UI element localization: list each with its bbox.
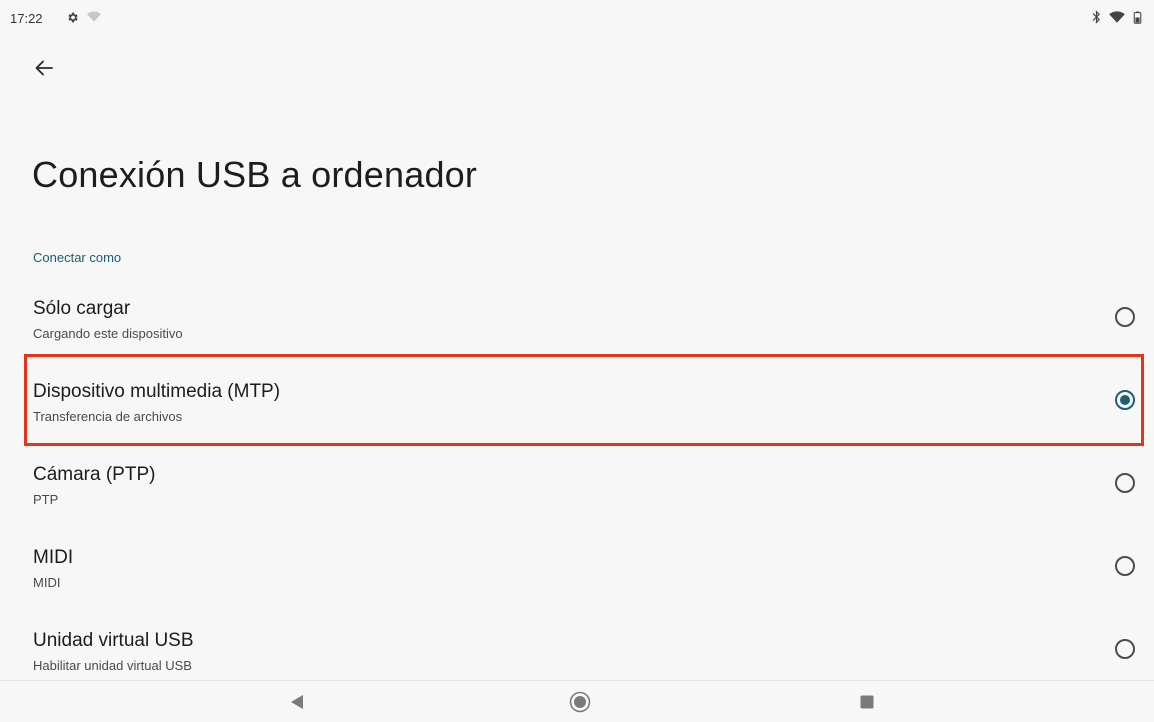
nav-back-icon[interactable] (290, 694, 304, 710)
option-title: Cámara (PTP) (33, 464, 156, 485)
radio-button[interactable] (1115, 556, 1135, 576)
back-button[interactable] (26, 50, 62, 86)
option-subtitle: PTP (33, 492, 59, 507)
gear-icon (68, 12, 78, 23)
option-title: Sólo cargar (33, 298, 131, 319)
nav-recents-icon[interactable] (860, 695, 874, 709)
navigation-bar (0, 680, 1154, 722)
wifi-icon (1109, 10, 1125, 23)
radio-button[interactable] (1115, 473, 1135, 493)
option-title: Dispositivo multimedia (MTP) (33, 381, 281, 402)
bluetooth-icon (1092, 10, 1100, 24)
radio-button[interactable] (1115, 639, 1135, 659)
radio-button-checked[interactable] (1115, 390, 1135, 410)
arrow-left-icon (35, 60, 53, 76)
radio-button[interactable] (1115, 307, 1135, 327)
option-subtitle: Transferencia de archivos (33, 409, 183, 424)
settings-screen: 17:22 Conexión USB a ordenador Conectar … (0, 0, 1154, 722)
page-title: Conexión USB a ordenador (32, 154, 478, 195)
status-bar: 17:22 (0, 0, 1154, 36)
option-mtp[interactable]: Dispositivo multimedia (MTP) Transferenc… (0, 369, 1154, 452)
option-midi[interactable]: MIDI MIDI (0, 535, 1154, 618)
section-header: Conectar como (33, 250, 122, 265)
options-list: Sólo cargar Cargando este dispositivo Di… (0, 286, 1154, 701)
battery-icon (1133, 10, 1142, 24)
option-ptp[interactable]: Cámara (PTP) PTP (0, 452, 1154, 535)
option-subtitle: Cargando este dispositivo (33, 326, 183, 341)
option-subtitle: Habilitar unidad virtual USB (33, 658, 192, 673)
option-title: Unidad virtual USB (33, 630, 194, 651)
status-right-icons (1092, 10, 1142, 24)
wifi-weak-icon (87, 11, 101, 22)
status-time: 17:22 (10, 11, 43, 26)
nav-home-icon[interactable] (569, 691, 591, 713)
option-title: MIDI (33, 547, 74, 568)
option-subtitle: MIDI (33, 575, 61, 590)
option-solo-cargar[interactable]: Sólo cargar Cargando este dispositivo (0, 286, 1154, 369)
